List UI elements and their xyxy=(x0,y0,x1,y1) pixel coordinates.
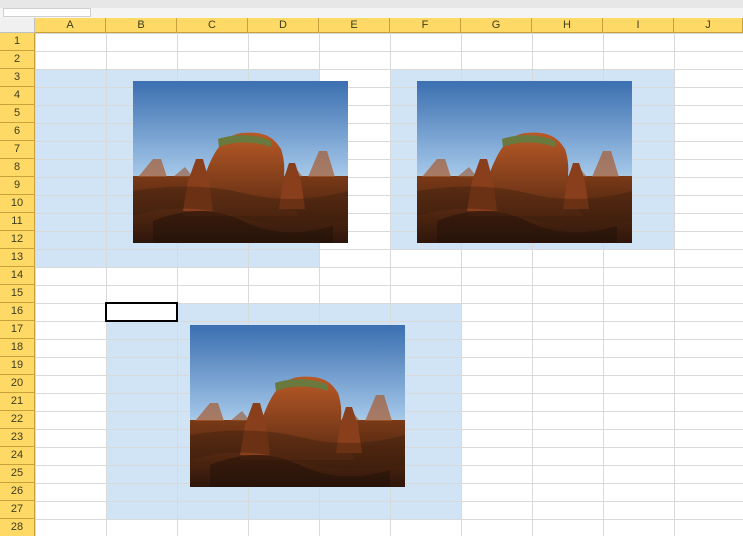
row-header-label: 14 xyxy=(0,267,34,284)
row-header-10[interactable]: 10 xyxy=(0,195,35,213)
column-header-J[interactable]: J xyxy=(674,18,743,33)
gridline-horizontal xyxy=(35,501,743,502)
gridline-horizontal xyxy=(35,519,743,520)
gridline-horizontal xyxy=(35,267,743,268)
gridline-horizontal xyxy=(35,69,743,70)
embedded-image-3[interactable] xyxy=(190,325,405,487)
column-header-label: D xyxy=(279,19,287,31)
row-header-label: 4 xyxy=(0,87,34,104)
row-header-19[interactable]: 19 xyxy=(0,357,35,375)
row-header-28[interactable]: 28 xyxy=(0,519,35,536)
column-header-H[interactable]: H xyxy=(532,18,603,33)
row-header-label: 3 xyxy=(0,69,34,86)
column-header-label: I xyxy=(636,19,639,31)
row-header-5[interactable]: 5 xyxy=(0,105,35,123)
column-header-I[interactable]: I xyxy=(603,18,674,33)
row-header-label: 20 xyxy=(0,375,34,392)
row-header-label: 24 xyxy=(0,447,34,464)
row-header-label: 28 xyxy=(0,519,34,536)
row-header-7[interactable]: 7 xyxy=(0,141,35,159)
grid-area: ABCDEFGHIJ 12345678910111213141516171819… xyxy=(0,18,743,536)
select-all-corner[interactable] xyxy=(0,18,35,33)
row-header-3[interactable]: 3 xyxy=(0,69,35,87)
row-header-label: 27 xyxy=(0,501,34,518)
row-header-label: 21 xyxy=(0,393,34,410)
column-header-label: F xyxy=(422,19,429,31)
embedded-image-1[interactable] xyxy=(133,81,348,243)
row-header-label: 11 xyxy=(0,213,34,230)
column-header-A[interactable]: A xyxy=(35,18,106,33)
column-header-label: J xyxy=(705,19,711,31)
row-header-label: 17 xyxy=(0,321,34,338)
row-header-17[interactable]: 17 xyxy=(0,321,35,339)
column-header-label: G xyxy=(492,19,501,31)
row-header-label: 5 xyxy=(0,105,34,122)
row-header-label: 9 xyxy=(0,177,34,194)
row-header-label: 25 xyxy=(0,465,34,482)
gridline-horizontal xyxy=(35,285,743,286)
row-header-label: 10 xyxy=(0,195,34,212)
row-header-27[interactable]: 27 xyxy=(0,501,35,519)
gridline-horizontal xyxy=(35,249,743,250)
row-header-label: 2 xyxy=(0,51,34,68)
gridline-horizontal xyxy=(35,51,743,52)
row-header-label: 15 xyxy=(0,285,34,302)
active-cell[interactable] xyxy=(106,303,177,321)
column-header-label: H xyxy=(563,19,571,31)
row-header-22[interactable]: 22 xyxy=(0,411,35,429)
gridline-horizontal xyxy=(35,33,743,34)
column-header-label: B xyxy=(137,19,144,31)
row-header-14[interactable]: 14 xyxy=(0,267,35,285)
column-header-E[interactable]: E xyxy=(319,18,390,33)
row-header-21[interactable]: 21 xyxy=(0,393,35,411)
row-header-11[interactable]: 11 xyxy=(0,213,35,231)
row-header-label: 6 xyxy=(0,123,34,140)
row-header-23[interactable]: 23 xyxy=(0,429,35,447)
row-header-label: 16 xyxy=(0,303,34,320)
row-header-6[interactable]: 6 xyxy=(0,123,35,141)
row-header-label: 23 xyxy=(0,429,34,446)
cells-area[interactable] xyxy=(35,33,743,536)
row-header-label: 8 xyxy=(0,159,34,176)
row-header-13[interactable]: 13 xyxy=(0,249,35,267)
column-header-label: A xyxy=(66,19,73,31)
row-header-1[interactable]: 1 xyxy=(0,33,35,51)
row-header-label: 12 xyxy=(0,231,34,248)
gridline-horizontal xyxy=(35,321,743,322)
row-header-15[interactable]: 15 xyxy=(0,285,35,303)
toolbar-strip xyxy=(0,0,743,8)
row-header-label: 18 xyxy=(0,339,34,356)
row-header-9[interactable]: 9 xyxy=(0,177,35,195)
column-header-D[interactable]: D xyxy=(248,18,319,33)
row-header-12[interactable]: 12 xyxy=(0,231,35,249)
row-header-label: 22 xyxy=(0,411,34,428)
row-header-label: 13 xyxy=(0,249,34,266)
column-header-F[interactable]: F xyxy=(390,18,461,33)
row-header-label: 7 xyxy=(0,141,34,158)
row-header-18[interactable]: 18 xyxy=(0,339,35,357)
row-header-label: 19 xyxy=(0,357,34,374)
spreadsheet-window: ABCDEFGHIJ 12345678910111213141516171819… xyxy=(0,0,743,536)
row-header-label: 26 xyxy=(0,483,34,500)
row-header-20[interactable]: 20 xyxy=(0,375,35,393)
row-header-8[interactable]: 8 xyxy=(0,159,35,177)
row-header-24[interactable]: 24 xyxy=(0,447,35,465)
column-header-B[interactable]: B xyxy=(106,18,177,33)
name-box[interactable] xyxy=(3,8,91,17)
embedded-image-2[interactable] xyxy=(417,81,632,243)
column-header-label: E xyxy=(350,19,357,31)
row-header-25[interactable]: 25 xyxy=(0,465,35,483)
column-header-C[interactable]: C xyxy=(177,18,248,33)
column-header-label: C xyxy=(208,19,216,31)
row-header-26[interactable]: 26 xyxy=(0,483,35,501)
row-header-16[interactable]: 16 xyxy=(0,303,35,321)
row-header-4[interactable]: 4 xyxy=(0,87,35,105)
row-header-2[interactable]: 2 xyxy=(0,51,35,69)
row-header-label: 1 xyxy=(0,33,34,50)
column-header-G[interactable]: G xyxy=(461,18,532,33)
